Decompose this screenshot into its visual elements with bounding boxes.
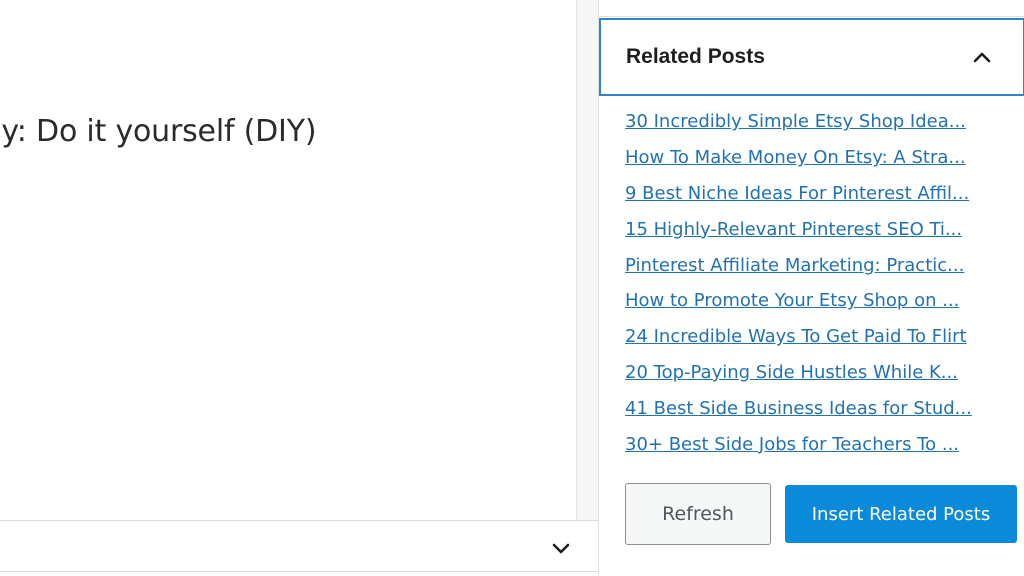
list-item: 30 Incredibly Simple Etsy Shop Idea... [625,104,997,140]
list-item: 41 Best Side Business Ideas for Stud... [625,390,997,426]
list-item: 9 Best Niche Ideas For Pinterest Affil..… [625,176,997,212]
related-post-link[interactable]: Pinterest Affiliate Marketing: Practic..… [625,255,997,276]
related-post-link[interactable]: 15 Highly-Relevant Pinterest SEO Ti... [625,219,997,240]
related-post-link[interactable]: 24 Incredible Ways To Get Paid To Flirt [625,326,997,347]
chevron-up-icon [971,46,993,68]
list-item: 24 Incredible Ways To Get Paid To Flirt [625,319,997,355]
list-item: How to Promote Your Etsy Shop on ... [625,283,997,319]
related-post-link[interactable]: 9 Best Niche Ideas For Pinterest Affil..… [625,183,997,204]
post-heading[interactable]: sy: Do it yourself (DIY) [0,114,317,149]
editor-canvas[interactable]: sy: Do it yourself (DIY) [0,0,576,520]
editor-scroll-gutter [576,0,598,520]
insert-related-posts-button[interactable]: Insert Related Posts [785,485,1017,543]
related-post-link[interactable]: 30+ Best Side Jobs for Teachers To ... [625,434,997,455]
list-item: 15 Highly-Relevant Pinterest SEO Ti... [625,211,997,247]
list-item: How To Make Money On Etsy: A Stra... [625,140,997,176]
list-item: Pinterest Affiliate Marketing: Practic..… [625,247,997,283]
bottom-panel-toggle[interactable] [546,535,576,563]
list-item: 30+ Best Side Jobs for Teachers To ... [625,426,997,462]
chevron-down-icon [552,543,570,554]
related-posts-list: 30 Incredibly Simple Etsy Shop Idea... H… [625,104,997,462]
panel-title: Related Posts [626,45,765,68]
related-post-link[interactable]: How to Promote Your Etsy Shop on ... [625,290,997,311]
refresh-button[interactable]: Refresh [625,483,771,545]
editor-bottom-bar [0,520,598,576]
related-posts-panel-toggle[interactable]: Related Posts [599,18,1024,96]
related-post-link[interactable]: 41 Best Side Business Ideas for Stud... [625,398,997,419]
related-post-link[interactable]: 20 Top-Paying Side Hustles While K... [625,362,997,383]
settings-sidebar: Related Posts 30 Incredibly Simple Etsy … [598,0,1024,576]
list-item: 20 Top-Paying Side Hustles While K... [625,355,997,391]
related-post-link[interactable]: How To Make Money On Etsy: A Stra... [625,147,997,168]
related-post-link[interactable]: 30 Incredibly Simple Etsy Shop Idea... [625,111,997,132]
sidebar-divider [599,16,1024,17]
bottom-divider [0,571,598,572]
